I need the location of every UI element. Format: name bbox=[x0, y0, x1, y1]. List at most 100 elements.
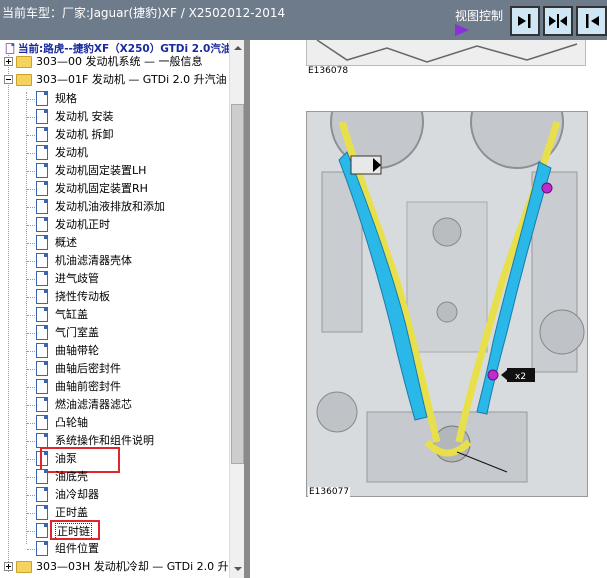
document-icon bbox=[36, 523, 48, 538]
navigation-tree: 当前:路虎--捷豹XF（X250）GTDi 2.0汽油 303—00 发动机系统… bbox=[0, 40, 229, 578]
tree-connector bbox=[27, 369, 35, 370]
tree-connector bbox=[27, 243, 35, 244]
tree-item-label: 发动机正时 bbox=[55, 218, 110, 231]
document-icon bbox=[36, 289, 48, 304]
tree-item-timing-chain[interactable]: 正时链 bbox=[0, 522, 229, 540]
tree-item-label: 油冷却器 bbox=[55, 488, 99, 501]
view-control-arrow-icon bbox=[455, 24, 469, 36]
document-icon bbox=[36, 109, 48, 124]
tree-item-label: 气门室盖 bbox=[55, 326, 99, 339]
scroll-thumb[interactable] bbox=[231, 104, 244, 464]
document-icon bbox=[36, 361, 48, 376]
tree-item-label: 曲轴前密封件 bbox=[55, 380, 121, 393]
tree-connector bbox=[27, 99, 35, 100]
tree-item-crank-rear-seal[interactable]: 曲轴后密封件 bbox=[0, 360, 229, 378]
tree-connector bbox=[27, 531, 35, 532]
expand-icon[interactable] bbox=[4, 57, 13, 66]
tree-item-engine[interactable]: 发动机 bbox=[0, 144, 229, 162]
tree-item-oil-cooler[interactable]: 油冷却器 bbox=[0, 486, 229, 504]
tree-item-engine-remove[interactable]: 发动机 拆卸 bbox=[0, 126, 229, 144]
tree-item-engine-mount-rh[interactable]: 发动机固定装置RH bbox=[0, 180, 229, 198]
tree-folder-303-00[interactable]: 303—00 发动机系统 — 一般信息 bbox=[0, 53, 229, 71]
tree-item-label: 气缸盖 bbox=[55, 308, 88, 321]
document-icon bbox=[36, 325, 48, 340]
tree-item-oil-pan[interactable]: 油底壳 bbox=[0, 468, 229, 486]
tree-connector bbox=[27, 297, 35, 298]
tree-scrollbar[interactable] bbox=[229, 40, 245, 578]
center-split-button[interactable] bbox=[543, 6, 573, 36]
figure-label: E136077 bbox=[308, 487, 351, 497]
collapse-left-button[interactable] bbox=[510, 6, 540, 36]
tree-item-label: 发动机固定装置LH bbox=[55, 164, 147, 177]
tree-item-label: 曲轴后密封件 bbox=[55, 362, 121, 375]
bar-arrow-left-icon bbox=[585, 14, 599, 28]
tree-item-crank-front-seal[interactable]: 曲轴前密封件 bbox=[0, 378, 229, 396]
tree-connector bbox=[27, 495, 35, 496]
timing-chain-drawing: x2 bbox=[307, 112, 587, 496]
arrows-inward-icon bbox=[549, 14, 567, 28]
tree-connector bbox=[27, 153, 35, 154]
tree-connector bbox=[27, 423, 35, 424]
tree-item-engine-mount-lh[interactable]: 发动机固定装置LH bbox=[0, 162, 229, 180]
tree-item-camshaft[interactable]: 凸轮轴 bbox=[0, 414, 229, 432]
tree-connector bbox=[27, 207, 35, 208]
tree-item-cylinder-head[interactable]: 气缸盖 bbox=[0, 306, 229, 324]
tree-item-flexplate[interactable]: 挠性传动板 bbox=[0, 288, 229, 306]
folder-icon bbox=[16, 561, 32, 573]
tree-item-specifications[interactable]: 规格 bbox=[0, 90, 229, 108]
tree-item-label: 发动机 安装 bbox=[55, 110, 114, 123]
document-icon bbox=[36, 541, 48, 556]
tree-item-crank-pulley[interactable]: 曲轴带轮 bbox=[0, 342, 229, 360]
tree-item-engine-install[interactable]: 发动机 安装 bbox=[0, 108, 229, 126]
callout-label: x2 bbox=[515, 372, 526, 382]
tree-item-engine-timing[interactable]: 发动机正时 bbox=[0, 216, 229, 234]
document-icon bbox=[36, 469, 48, 484]
tree-connector bbox=[27, 279, 35, 280]
tree-item-label: 概述 bbox=[55, 236, 77, 249]
document-icon bbox=[36, 199, 48, 214]
tree-connector bbox=[27, 333, 35, 334]
tree-item-label: 机油滤清器壳体 bbox=[55, 254, 132, 267]
tree-folder-303-03h[interactable]: 303—03H 发动机冷却 — GTDi 2.0 升 bbox=[0, 558, 229, 576]
document-icon bbox=[36, 217, 48, 232]
document-viewer: E136078 x2 E136077 bbox=[250, 39, 607, 578]
tree-connector bbox=[27, 351, 35, 352]
tree-connector bbox=[27, 459, 35, 460]
collapse-right-button[interactable] bbox=[576, 6, 607, 36]
tree-folder-303-01f[interactable]: 303—01F 发动机 — GTDi 2.0 升汽油 bbox=[0, 71, 229, 89]
tree-connector bbox=[27, 225, 35, 226]
collapse-icon[interactable] bbox=[4, 75, 13, 84]
folder-icon bbox=[16, 56, 32, 68]
document-icon bbox=[36, 505, 48, 520]
timing-chain-illustration: x2 bbox=[306, 111, 588, 497]
document-icon bbox=[36, 271, 48, 286]
tree-item-label: 发动机 bbox=[55, 146, 88, 159]
tree-item-component-location[interactable]: 组件位置 bbox=[0, 540, 229, 558]
tree-item-overview[interactable]: 概述 bbox=[0, 234, 229, 252]
tree-item-fuel-filter[interactable]: 燃油滤清器滤芯 bbox=[0, 396, 229, 414]
tree-item-label: 303—03H 发动机冷却 — GTDi 2.0 升 bbox=[36, 560, 229, 573]
tree-item-label: 303—00 发动机系统 — 一般信息 bbox=[36, 55, 203, 68]
tree-item-label: 组件位置 bbox=[55, 542, 99, 555]
tree-item-oil-filter-housing[interactable]: 机油滤清器壳体 bbox=[0, 252, 229, 270]
scroll-down-arrow-icon[interactable] bbox=[230, 561, 245, 577]
document-icon bbox=[36, 415, 48, 430]
tree-connector bbox=[27, 117, 35, 118]
document-icon bbox=[36, 145, 48, 160]
header-bar: 当前车型：厂家:Jaguar(捷豹)XF / X2502012-2014 视图控… bbox=[0, 0, 607, 40]
tree-item-valve-cover[interactable]: 气门室盖 bbox=[0, 324, 229, 342]
expand-icon[interactable] bbox=[4, 562, 13, 571]
tree-item-oil-drain-fill[interactable]: 发动机油液排放和添加 bbox=[0, 198, 229, 216]
view-control-label: 视图控制 bbox=[455, 9, 504, 23]
document-icon bbox=[36, 127, 48, 142]
tree-connector bbox=[27, 405, 35, 406]
document-icon bbox=[36, 307, 48, 322]
tree-item-label: 303—01F 发动机 — GTDi 2.0 升汽油 bbox=[36, 73, 227, 86]
figure-e136078-image bbox=[306, 39, 586, 66]
tree-item-timing-cover[interactable]: 正时盖 bbox=[0, 504, 229, 522]
tree-connector bbox=[27, 261, 35, 262]
scroll-up-arrow-icon[interactable] bbox=[230, 40, 245, 56]
document-icon bbox=[36, 433, 48, 448]
document-icon bbox=[36, 163, 48, 178]
tree-item-intake-manifold[interactable]: 进气歧管 bbox=[0, 270, 229, 288]
